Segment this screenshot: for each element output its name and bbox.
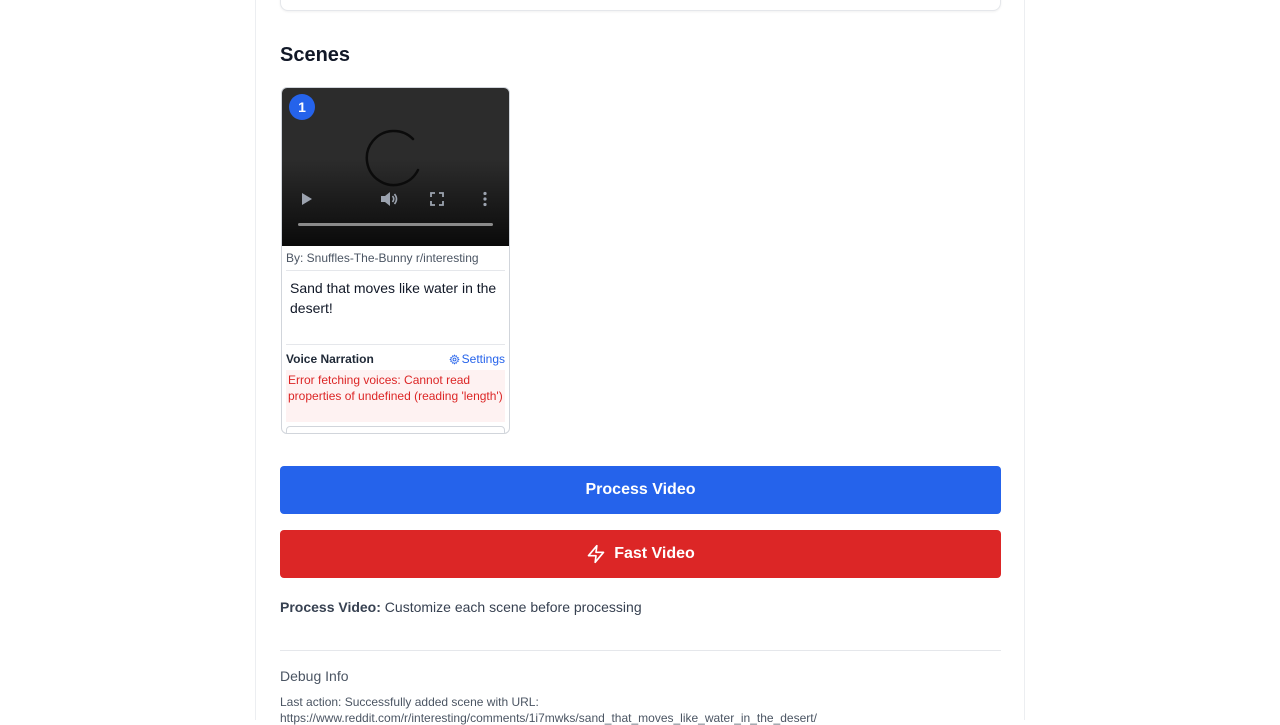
fast-video-label: Fast Video — [614, 545, 695, 562]
process-video-label: Process Video — [585, 481, 696, 498]
author-line: By: Snuffles-The-Bunny r/interesting — [286, 251, 479, 265]
debug-last-action: Last action: Successfully added scene wi… — [280, 695, 539, 709]
debug-url: https://www.reddit.com/r/interesting/com… — [280, 711, 817, 725]
gear-icon — [449, 354, 460, 364]
voice-select[interactable] — [286, 426, 505, 433]
debug-divider — [280, 650, 1001, 651]
more-options-icon[interactable] — [482, 191, 488, 207]
fullscreen-icon[interactable] — [430, 192, 444, 206]
section-title: Scenes — [280, 44, 351, 66]
divider — [286, 270, 505, 271]
debug-title: Debug Info — [280, 668, 349, 684]
voice-narration-label: Voice Narration — [286, 352, 374, 366]
play-icon[interactable] — [301, 192, 313, 206]
settings-label: Settings — [461, 352, 505, 366]
video-controls — [282, 188, 509, 218]
fast-video-button[interactable]: Fast Video — [280, 530, 1001, 578]
video-progress-bar[interactable] — [298, 223, 493, 226]
settings-button[interactable]: Settings — [449, 352, 505, 366]
page-column: Scenes 1 By: Snuffles-The-Bunny r/intere… — [255, 0, 1025, 725]
lightning-icon — [587, 544, 605, 564]
process-hint-bold: Process Video: — [280, 599, 381, 615]
volume-icon[interactable] — [380, 191, 398, 207]
scene-number-badge: 1 — [289, 94, 315, 120]
voice-error-message: Error fetching voices: Cannot read prope… — [286, 370, 505, 422]
process-hint-text: Customize each scene before processing — [380, 599, 642, 615]
scene-card: 1 By: Snuffles-The-Bunny r/interesting S… — [281, 87, 510, 434]
loading-spinner-icon — [365, 129, 420, 187]
divider — [286, 344, 505, 345]
voice-narration-header: Voice Narration Settings — [286, 352, 505, 368]
video-player[interactable]: 1 — [282, 88, 509, 246]
process-hint: Process Video: Customize each scene befo… — [280, 599, 642, 615]
process-video-button[interactable]: Process Video — [280, 466, 1001, 514]
previous-card — [280, 0, 1001, 11]
scene-caption: Sand that moves like water in the desert… — [290, 280, 497, 316]
